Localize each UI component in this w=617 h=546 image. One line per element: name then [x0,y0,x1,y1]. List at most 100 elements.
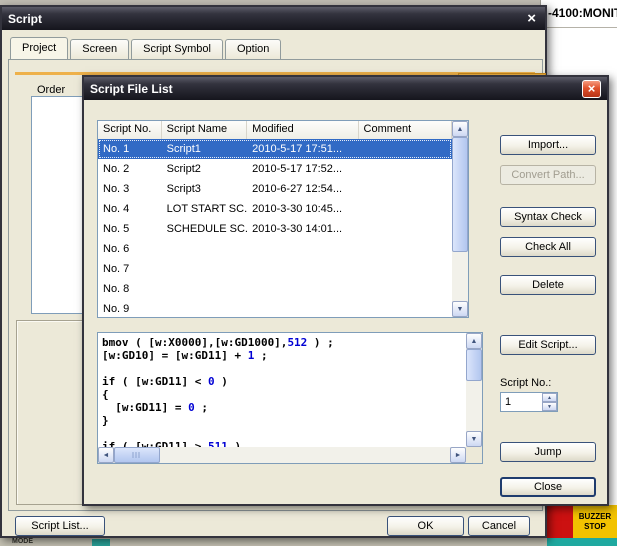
tab-bar: ProjectScreenScript SymbolOption [10,38,283,59]
table-row[interactable]: No. 6 [98,239,452,259]
scrollbar-thumb[interactable] [114,447,160,463]
background-window-title: -4100:MONITO [548,6,617,20]
column-header[interactable]: Comment [359,121,452,139]
table-cell: No. 5 [98,223,162,235]
script-dialog-title: Script [8,12,42,26]
hmi-red-block [547,505,573,538]
table-rows: No. 1Script12010-5-17 17:51...No. 2Scrip… [98,139,452,317]
scroll-right-icon[interactable]: ► [450,447,466,463]
script-dialog-titlebar[interactable]: Script × [2,7,545,30]
scrollbar-thumb[interactable] [466,349,482,381]
cancel-button[interactable]: Cancel [468,516,530,536]
table-cell: No. 7 [98,263,162,275]
table-cell: No. 1 [98,143,162,155]
scroll-down-icon[interactable]: ▼ [452,301,468,317]
convert-path-button: Convert Path... [500,165,596,185]
table-row[interactable]: No. 3Script32010-6-27 12:54... [98,179,452,199]
spin-down-icon[interactable]: ▼ [542,402,557,411]
table-row[interactable]: No. 2Script22010-5-17 17:52... [98,159,452,179]
hmi-screen-fragment: BUZZER STOP [547,505,617,546]
scroll-left-icon[interactable]: ◄ [98,447,114,463]
table-cell: No. 2 [98,163,162,175]
mode-label-fragment: MODE [12,538,33,545]
column-header[interactable]: Modified [247,121,358,139]
delete-button[interactable]: Delete [500,275,596,295]
code-line: [w:GD11] = 0 ; [102,401,462,414]
code-line [102,427,462,440]
script-no-label: Script No.: [500,377,551,389]
file-dialog-title: Script File List [90,82,173,96]
script-no-value: 1 [505,396,511,408]
table-row[interactable]: No. 9 [98,299,452,317]
table-cell: No. 4 [98,203,162,215]
table-cell: No. 6 [98,243,162,255]
close-icon[interactable]: × [582,80,601,98]
script-list-button[interactable]: Script List... [15,516,105,536]
table-cell: Script3 [162,183,248,195]
code-line: bmov ( [w:X0000],[w:GD1000],512 ) ; [102,336,462,349]
table-cell: 2010-5-17 17:51... [247,143,358,155]
table-row[interactable]: No. 4LOT START SC...2010-3-30 10:45... [98,199,452,219]
code-line [102,362,462,375]
scrollbar-thumb[interactable] [452,137,468,252]
bottom-window-fragment: MODE [0,538,547,546]
code-line: if ( [w:GD11] > 511 ) [102,440,462,447]
script-preview[interactable]: bmov ( [w:X0000],[w:GD1000],512 ) ;[w:GD… [97,332,483,464]
syntax-check-button[interactable]: Syntax Check [500,207,596,227]
column-header[interactable]: Script Name [162,121,248,139]
table-header: Script No.Script NameModifiedComment [98,121,452,140]
code-vscrollbar[interactable]: ▲ ▼ [466,333,482,447]
close-button[interactable]: Close [500,477,596,497]
code-line: { [102,388,462,401]
code-line: } [102,414,462,427]
hmi-teal-strip [547,538,617,546]
close-icon[interactable]: × [524,11,539,26]
script-file-list-dialog: Script File List × Script No.Script Name… [82,75,609,506]
scroll-down-icon[interactable]: ▼ [466,431,482,447]
jump-button[interactable]: Jump [500,442,596,462]
tab-project[interactable]: Project [10,37,68,59]
code-hscrollbar[interactable]: ◄ ► [98,447,466,463]
edit-script-button[interactable]: Edit Script... [500,335,596,355]
table-cell: No. 3 [98,183,162,195]
tab-script-symbol[interactable]: Script Symbol [131,39,223,59]
import-button[interactable]: Import... [500,135,596,155]
table-cell: Script1 [162,143,248,155]
code-line: [w:GD10] = [w:GD11] + 1 ; [102,349,462,362]
table-row[interactable]: No. 1Script12010-5-17 17:51... [98,139,452,159]
script-no-stepper[interactable]: 1 ▲ ▼ [500,392,558,412]
ok-button[interactable]: OK [387,516,464,536]
background-window-titlebar: -4100:MONITO [541,0,617,28]
code-lines: bmov ( [w:X0000],[w:GD1000],512 ) ;[w:GD… [98,333,466,447]
table-cell: No. 9 [98,303,162,315]
screen: -4100:MONITO BUZZER STOP MODE Script × P… [0,0,617,546]
tab-option[interactable]: Option [225,39,281,59]
spinner-buttons: ▲ ▼ [542,393,557,411]
check-all-button[interactable]: Check All [500,237,596,257]
tab-screen[interactable]: Screen [70,39,129,59]
scrollbar-corner [466,447,482,463]
table-row[interactable]: No. 7 [98,259,452,279]
script-file-table: Script No.Script NameModifiedComment No.… [97,120,469,318]
table-cell: 2010-3-30 10:45... [247,203,358,215]
scroll-up-icon[interactable]: ▲ [452,121,468,137]
spin-up-icon[interactable]: ▲ [542,393,557,402]
column-header[interactable]: Script No. [98,121,162,139]
table-cell: No. 8 [98,283,162,295]
table-cell: SCHEDULE SC... [162,223,248,235]
table-cell: 2010-3-30 14:01... [247,223,358,235]
table-scrollbar[interactable]: ▲ ▼ [452,121,468,317]
buzzer-stop-button[interactable]: BUZZER STOP [573,505,617,538]
teal-fragment [92,539,110,546]
table-cell: 2010-6-27 12:54... [247,183,358,195]
buzzer-label: BUZZER [579,512,611,522]
code-line: if ( [w:GD11] < 0 ) [102,375,462,388]
scroll-up-icon[interactable]: ▲ [466,333,482,349]
file-dialog-titlebar[interactable]: Script File List × [84,77,607,100]
stop-label: STOP [584,522,606,532]
table-row[interactable]: No. 8 [98,279,452,299]
table-cell: LOT START SC... [162,203,248,215]
table-row[interactable]: No. 5SCHEDULE SC...2010-3-30 14:01... [98,219,452,239]
table-cell: Script2 [162,163,248,175]
table-cell: 2010-5-17 17:52... [247,163,358,175]
